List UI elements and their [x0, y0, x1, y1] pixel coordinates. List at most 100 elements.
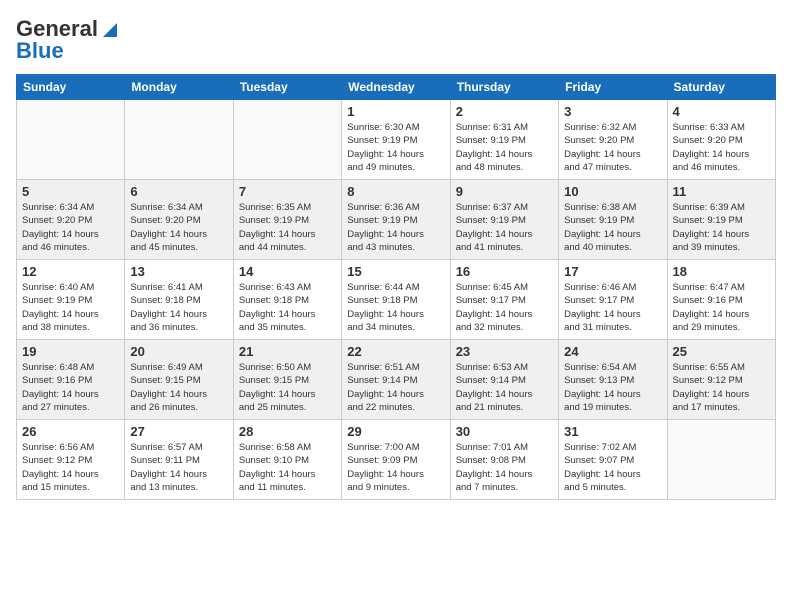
day-info: Sunrise: 6:37 AMSunset: 9:19 PMDaylight:…	[456, 201, 553, 254]
day-info: Sunrise: 6:47 AMSunset: 9:16 PMDaylight:…	[673, 281, 770, 334]
calendar-table: SundayMondayTuesdayWednesdayThursdayFrid…	[16, 74, 776, 500]
day-number: 7	[239, 184, 336, 199]
calendar-week-row: 26 Sunrise: 6:56 AMSunset: 9:12 PMDayligh…	[17, 420, 776, 500]
calendar-cell: 7 Sunrise: 6:35 AMSunset: 9:19 PMDaylight…	[233, 180, 341, 260]
calendar-cell: 10 Sunrise: 6:38 AMSunset: 9:19 PMDayligh…	[559, 180, 667, 260]
calendar-cell: 17 Sunrise: 6:46 AMSunset: 9:17 PMDayligh…	[559, 260, 667, 340]
calendar-cell: 29Sunrise: 7:00 AMSunset: 9:09 PMDayligh…	[342, 420, 450, 500]
calendar-week-row: 1 Sunrise: 6:30 AMSunset: 9:19 PMDaylight…	[17, 100, 776, 180]
day-info: Sunrise: 6:57 AMSunset: 9:11 PMDaylight:…	[130, 441, 227, 494]
day-of-week-header: Sunday	[17, 75, 125, 100]
calendar-cell: 15Sunrise: 6:44 AMSunset: 9:18 PMDayligh…	[342, 260, 450, 340]
day-info: Sunrise: 6:40 AMSunset: 9:19 PMDaylight:…	[22, 281, 119, 334]
calendar-cell: 1 Sunrise: 6:30 AMSunset: 9:19 PMDaylight…	[342, 100, 450, 180]
calendar-cell	[17, 100, 125, 180]
calendar-cell: 24 Sunrise: 6:54 AMSunset: 9:13 PMDayligh…	[559, 340, 667, 420]
day-of-week-header: Tuesday	[233, 75, 341, 100]
calendar-week-row: 5 Sunrise: 6:34 AMSunset: 9:20 PMDaylight…	[17, 180, 776, 260]
day-number: 4	[673, 104, 770, 119]
day-number: 6	[130, 184, 227, 199]
calendar-cell: 9 Sunrise: 6:37 AMSunset: 9:19 PMDaylight…	[450, 180, 558, 260]
day-number: 12	[22, 264, 119, 279]
calendar-cell: 12 Sunrise: 6:40 AMSunset: 9:19 PMDayligh…	[17, 260, 125, 340]
calendar-cell: 13 Sunrise: 6:41 AMSunset: 9:18 PMDayligh…	[125, 260, 233, 340]
day-info: Sunrise: 6:54 AMSunset: 9:13 PMDaylight:…	[564, 361, 661, 414]
day-info: Sunrise: 6:48 AMSunset: 9:16 PMDaylight:…	[22, 361, 119, 414]
day-info: Sunrise: 6:30 AMSunset: 9:19 PMDaylight:…	[347, 121, 444, 174]
calendar-cell: 26 Sunrise: 6:56 AMSunset: 9:12 PMDayligh…	[17, 420, 125, 500]
day-number: 8	[347, 184, 444, 199]
day-of-week-header: Wednesday	[342, 75, 450, 100]
calendar-cell	[667, 420, 775, 500]
calendar-cell: 14 Sunrise: 6:43 AMSunset: 9:18 PMDayligh…	[233, 260, 341, 340]
day-number: 26	[22, 424, 119, 439]
day-info: Sunrise: 6:32 AMSunset: 9:20 PMDaylight:…	[564, 121, 661, 174]
day-info: Sunrise: 6:46 AMSunset: 9:17 PMDaylight:…	[564, 281, 661, 334]
day-info: Sunrise: 6:50 AMSunset: 9:15 PMDaylight:…	[239, 361, 336, 414]
day-number: 10	[564, 184, 661, 199]
day-number: 14	[239, 264, 336, 279]
calendar-cell: 20 Sunrise: 6:49 AMSunset: 9:15 PMDayligh…	[125, 340, 233, 420]
calendar-cell: 3 Sunrise: 6:32 AMSunset: 9:20 PMDaylight…	[559, 100, 667, 180]
calendar-header-row: SundayMondayTuesdayWednesdayThursdayFrid…	[17, 75, 776, 100]
calendar-cell: 6 Sunrise: 6:34 AMSunset: 9:20 PMDaylight…	[125, 180, 233, 260]
calendar-cell: 18 Sunrise: 6:47 AMSunset: 9:16 PMDayligh…	[667, 260, 775, 340]
day-number: 22	[347, 344, 444, 359]
day-number: 17	[564, 264, 661, 279]
calendar-cell: 8 Sunrise: 6:36 AMSunset: 9:19 PMDaylight…	[342, 180, 450, 260]
calendar-week-row: 19Sunrise: 6:48 AMSunset: 9:16 PMDayligh…	[17, 340, 776, 420]
day-info: Sunrise: 6:36 AMSunset: 9:19 PMDaylight:…	[347, 201, 444, 254]
day-number: 24	[564, 344, 661, 359]
calendar-cell: 22 Sunrise: 6:51 AMSunset: 9:14 PMDayligh…	[342, 340, 450, 420]
day-number: 1	[347, 104, 444, 119]
calendar-cell: 25 Sunrise: 6:55 AMSunset: 9:12 PMDayligh…	[667, 340, 775, 420]
day-number: 18	[673, 264, 770, 279]
day-number: 3	[564, 104, 661, 119]
day-number: 31	[564, 424, 661, 439]
calendar-cell: 5 Sunrise: 6:34 AMSunset: 9:20 PMDaylight…	[17, 180, 125, 260]
calendar-cell: 31 Sunrise: 7:02 AMSunset: 9:07 PMDayligh…	[559, 420, 667, 500]
calendar-cell: 21Sunrise: 6:50 AMSunset: 9:15 PMDayligh…	[233, 340, 341, 420]
calendar-cell: 28Sunrise: 6:58 AMSunset: 9:10 PMDayligh…	[233, 420, 341, 500]
day-number: 13	[130, 264, 227, 279]
day-number: 27	[130, 424, 227, 439]
day-number: 23	[456, 344, 553, 359]
day-info: Sunrise: 6:34 AMSunset: 9:20 PMDaylight:…	[22, 201, 119, 254]
logo: General Blue	[16, 16, 117, 64]
day-info: Sunrise: 6:44 AMSunset: 9:18 PMDaylight:…	[347, 281, 444, 334]
calendar-cell: 23Sunrise: 6:53 AMSunset: 9:14 PMDayligh…	[450, 340, 558, 420]
calendar-cell: 2 Sunrise: 6:31 AMSunset: 9:19 PMDaylight…	[450, 100, 558, 180]
day-info: Sunrise: 6:56 AMSunset: 9:12 PMDaylight:…	[22, 441, 119, 494]
calendar-cell: 30 Sunrise: 7:01 AMSunset: 9:08 PMDayligh…	[450, 420, 558, 500]
day-info: Sunrise: 6:55 AMSunset: 9:12 PMDaylight:…	[673, 361, 770, 414]
day-info: Sunrise: 6:49 AMSunset: 9:15 PMDaylight:…	[130, 361, 227, 414]
calendar-cell: 4Sunrise: 6:33 AMSunset: 9:20 PMDaylight…	[667, 100, 775, 180]
day-info: Sunrise: 7:02 AMSunset: 9:07 PMDaylight:…	[564, 441, 661, 494]
day-number: 28	[239, 424, 336, 439]
day-info: Sunrise: 6:43 AMSunset: 9:18 PMDaylight:…	[239, 281, 336, 334]
day-number: 25	[673, 344, 770, 359]
logo-blue-text: Blue	[16, 38, 64, 64]
calendar-cell	[233, 100, 341, 180]
day-of-week-header: Friday	[559, 75, 667, 100]
day-info: Sunrise: 7:01 AMSunset: 9:08 PMDaylight:…	[456, 441, 553, 494]
day-info: Sunrise: 6:45 AMSunset: 9:17 PMDaylight:…	[456, 281, 553, 334]
day-info: Sunrise: 6:51 AMSunset: 9:14 PMDaylight:…	[347, 361, 444, 414]
day-info: Sunrise: 6:34 AMSunset: 9:20 PMDaylight:…	[130, 201, 227, 254]
day-of-week-header: Saturday	[667, 75, 775, 100]
day-number: 11	[673, 184, 770, 199]
day-number: 30	[456, 424, 553, 439]
calendar-cell	[125, 100, 233, 180]
day-number: 20	[130, 344, 227, 359]
day-of-week-header: Monday	[125, 75, 233, 100]
day-number: 5	[22, 184, 119, 199]
day-info: Sunrise: 6:39 AMSunset: 9:19 PMDaylight:…	[673, 201, 770, 254]
day-info: Sunrise: 6:31 AMSunset: 9:19 PMDaylight:…	[456, 121, 553, 174]
calendar-cell: 16Sunrise: 6:45 AMSunset: 9:17 PMDayligh…	[450, 260, 558, 340]
day-info: Sunrise: 6:41 AMSunset: 9:18 PMDaylight:…	[130, 281, 227, 334]
day-info: Sunrise: 6:35 AMSunset: 9:19 PMDaylight:…	[239, 201, 336, 254]
day-number: 9	[456, 184, 553, 199]
day-info: Sunrise: 6:38 AMSunset: 9:19 PMDaylight:…	[564, 201, 661, 254]
day-number: 2	[456, 104, 553, 119]
calendar-week-row: 12 Sunrise: 6:40 AMSunset: 9:19 PMDayligh…	[17, 260, 776, 340]
